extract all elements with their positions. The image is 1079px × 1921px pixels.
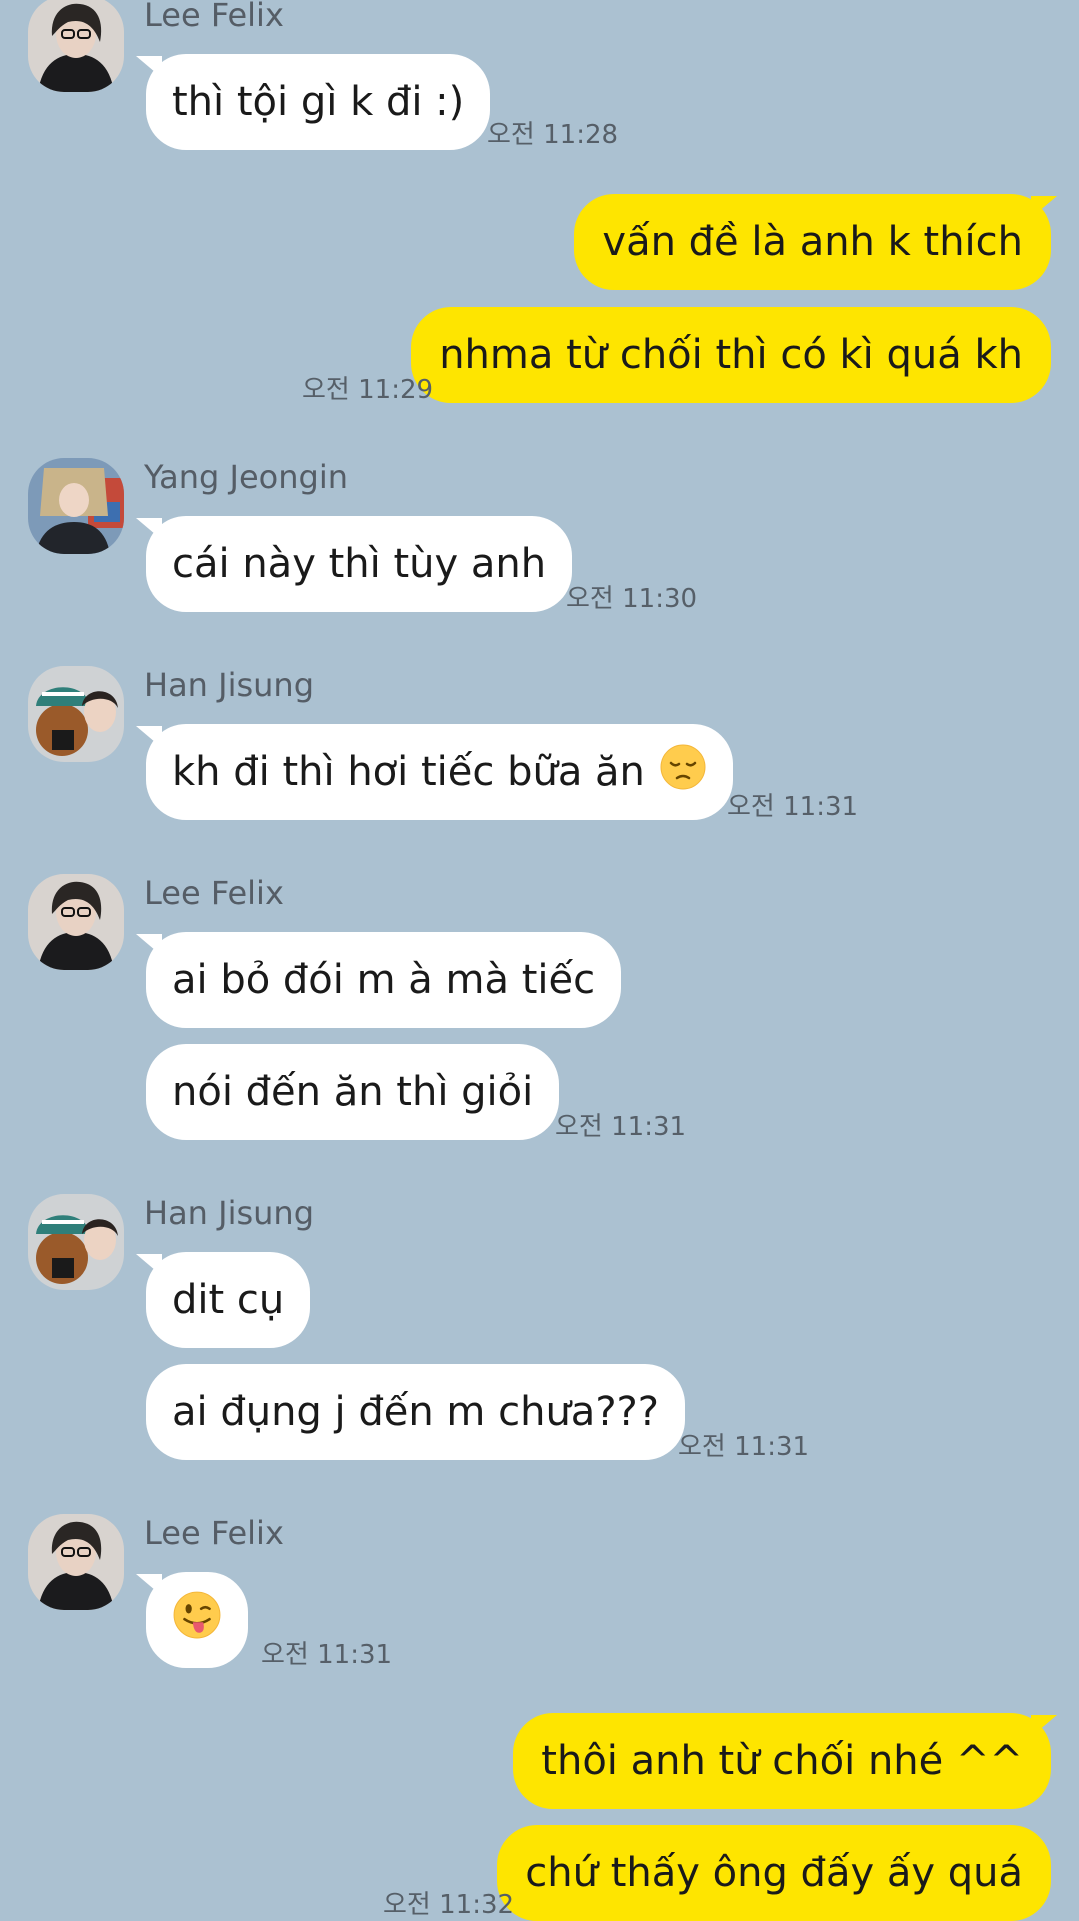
message-bubble[interactable]: dit cụ	[146, 1252, 311, 1348]
message-bubble[interactable]: thôi anh từ chối nhé ^^	[513, 1713, 1051, 1809]
sender-name: Lee Felix	[144, 1514, 284, 1552]
message-time: 오전 11:29	[302, 375, 434, 405]
lee-felix-avatar-image	[28, 1514, 124, 1610]
sender-name: Lee Felix	[144, 0, 284, 34]
yang-jeongin-avatar-image	[28, 458, 124, 554]
message-bubble[interactable]: thì tội gì k đi :)	[146, 54, 491, 150]
han-jisung-avatar-image	[28, 666, 124, 762]
pensive-face-emoji	[659, 743, 707, 801]
message-bubble[interactable]: nói đến ăn thì giỏi	[146, 1044, 560, 1140]
lee-felix-avatar-image	[28, 874, 124, 970]
sender-name: Han Jisung	[144, 666, 314, 704]
message-bubble[interactable]: ai đụng j đến m chưa???	[146, 1364, 686, 1460]
lee-felix-avatar-image	[28, 0, 124, 92]
avatar-han-jisung[interactable]	[28, 666, 124, 762]
message-time: 오전 11:31	[727, 792, 859, 822]
message-text: kh đi thì hơi tiếc bữa ăn	[172, 749, 645, 795]
message-time: 오전 11:28	[487, 120, 619, 150]
avatar-lee-felix[interactable]	[28, 1514, 124, 1610]
message-time: 오전 11:32	[383, 1890, 515, 1920]
avatar-yang-jeongin[interactable]	[28, 458, 124, 554]
sender-name: Han Jisung	[144, 1194, 314, 1232]
message-bubble[interactable]: nhma từ chối thì có kì quá kh	[411, 307, 1051, 403]
message-bubble[interactable]: ai bỏ đói m à mà tiếc	[146, 932, 622, 1028]
message-time: 오전 11:31	[678, 1432, 810, 1462]
winking-face-with-tongue-emoji	[172, 1590, 222, 1650]
message-bubble[interactable]: kh đi thì hơi tiếc bữa ăn	[146, 724, 733, 820]
avatar-lee-felix[interactable]	[28, 874, 124, 970]
message-time: 오전 11:30	[566, 584, 698, 614]
han-jisung-avatar-image	[28, 1194, 124, 1290]
avatar-han-jisung[interactable]	[28, 1194, 124, 1290]
message-bubble[interactable]	[146, 1572, 248, 1668]
message-time: 오전 11:31	[555, 1112, 687, 1142]
sender-name: Yang Jeongin	[144, 458, 348, 496]
message-bubble[interactable]: cái này thì tùy anh	[146, 516, 573, 612]
sender-name: Lee Felix	[144, 874, 284, 912]
message-bubble[interactable]: vấn đề là anh k thích	[574, 194, 1051, 290]
avatar-lee-felix[interactable]	[28, 0, 124, 92]
message-bubble[interactable]: chứ thấy ông đấy ấy quá	[497, 1825, 1051, 1921]
message-time: 오전 11:31	[261, 1640, 393, 1670]
